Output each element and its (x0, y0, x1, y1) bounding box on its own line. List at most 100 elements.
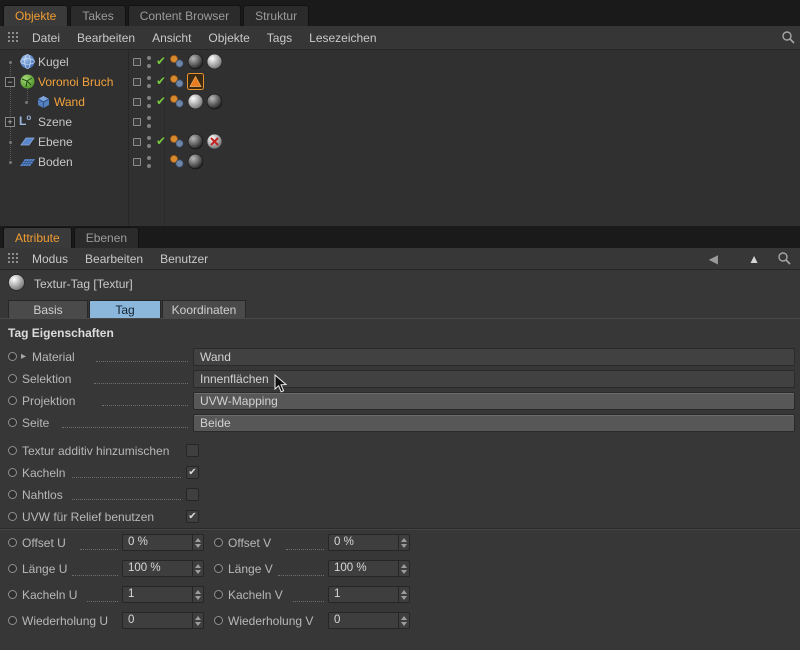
stepper-arrows[interactable] (398, 613, 409, 628)
stepper-arrows[interactable] (398, 561, 409, 576)
stepper-up-icon[interactable] (401, 616, 407, 620)
menu-item-datei[interactable]: Datei (32, 31, 60, 45)
triangle-selected-tag[interactable] (187, 73, 204, 90)
dots-tag[interactable] (168, 153, 185, 170)
number-input[interactable]: 100 % (328, 560, 410, 577)
menu-item-benutzer[interactable]: Benutzer (160, 252, 208, 266)
stepper-arrows[interactable] (192, 535, 203, 550)
menu-item-ansicht[interactable]: Ansicht (152, 31, 191, 45)
stepper-down-icon[interactable] (401, 570, 407, 574)
keyframe-bullet[interactable] (8, 490, 17, 499)
tab-struktur[interactable]: Struktur (243, 5, 309, 26)
texture-light-tag[interactable] (206, 53, 223, 70)
stepper-up-icon[interactable] (401, 590, 407, 594)
checkbox[interactable] (186, 488, 199, 501)
tree-row[interactable]: Kugel ✔ (0, 52, 800, 72)
menu-item-bearbeiten[interactable]: Bearbeiten (85, 252, 143, 266)
x-tag[interactable] (206, 133, 223, 150)
keyframe-bullet[interactable] (8, 468, 17, 477)
visibility-dots[interactable] (147, 76, 151, 88)
number-input[interactable]: 1 (328, 586, 410, 603)
tree-row[interactable]: Wand ✔ (0, 92, 800, 112)
menu-item-lesezeichen[interactable]: Lesezeichen (309, 31, 376, 45)
number-input[interactable]: 0 % (122, 534, 204, 551)
stepper-up-icon[interactable] (401, 538, 407, 542)
up-arrow-icon[interactable]: ▲ (748, 248, 760, 269)
tree-row[interactable]: Ebene ✔ (0, 132, 800, 152)
mode-tab-koordinaten[interactable]: Koordinaten (162, 300, 246, 318)
dots-tag[interactable] (168, 133, 185, 150)
number-input[interactable]: 0 % (328, 534, 410, 551)
tree-row[interactable]: Boden (0, 152, 800, 172)
stepper-up-icon[interactable] (401, 564, 407, 568)
dots-tag[interactable] (168, 93, 185, 110)
expand-icon[interactable]: + (5, 117, 15, 127)
enabled-check-icon[interactable]: ✔ (156, 134, 166, 148)
object-name[interactable]: Wand (54, 95, 85, 109)
enabled-check-icon[interactable]: ✔ (156, 54, 166, 68)
number-input[interactable]: 1 (122, 586, 204, 603)
dropdown-field[interactable]: UVW-Mapping (193, 392, 795, 410)
keyframe-bullet[interactable] (8, 512, 17, 521)
stepper-arrows[interactable] (192, 561, 203, 576)
keyframe-bullet[interactable] (214, 564, 223, 573)
stepper-arrows[interactable] (398, 535, 409, 550)
stepper-up-icon[interactable] (195, 564, 201, 568)
checkbox[interactable]: ✔ (186, 466, 199, 479)
stepper-down-icon[interactable] (401, 596, 407, 600)
visibility-dots[interactable] (147, 156, 151, 168)
disclosure-arrow-icon[interactable]: ▸ (21, 351, 26, 362)
layer-color-toggle[interactable] (133, 138, 141, 146)
stepper-up-icon[interactable] (195, 590, 201, 594)
stepper-arrows[interactable] (192, 613, 203, 628)
stepper-down-icon[interactable] (195, 570, 201, 574)
history-back-icon[interactable]: ◀ (709, 248, 718, 269)
visibility-dots[interactable] (147, 56, 151, 68)
tree-row[interactable]: −Voronoi Bruch✔ (0, 72, 800, 92)
layer-color-toggle[interactable] (133, 118, 141, 126)
keyframe-bullet[interactable] (8, 352, 17, 361)
object-name[interactable]: Ebene (38, 135, 73, 149)
tab-takes[interactable]: Takes (70, 5, 125, 26)
checkbox[interactable]: ✔ (186, 510, 199, 523)
layer-color-toggle[interactable] (133, 158, 141, 166)
menu-item-modus[interactable]: Modus (32, 252, 68, 266)
object-name[interactable]: Szene (38, 115, 72, 129)
panel-grip-icon[interactable] (8, 253, 20, 265)
enabled-check-icon[interactable]: ✔ (156, 74, 166, 88)
texture-dark-tag[interactable] (187, 153, 204, 170)
stepper-up-icon[interactable] (195, 616, 201, 620)
tab-attribute[interactable]: Attribute (3, 227, 72, 248)
enabled-check-icon[interactable]: ✔ (156, 94, 166, 108)
keyframe-bullet[interactable] (214, 538, 223, 547)
stepper-arrows[interactable] (192, 587, 203, 602)
object-name[interactable]: Kugel (38, 55, 69, 69)
dots-tag[interactable] (168, 53, 185, 70)
mode-tab-tag[interactable]: Tag (89, 300, 161, 318)
keyframe-bullet[interactable] (8, 446, 17, 455)
stepper-down-icon[interactable] (195, 544, 201, 548)
keyframe-bullet[interactable] (214, 616, 223, 625)
keyframe-bullet[interactable] (8, 418, 17, 427)
texture-light-tag[interactable] (187, 93, 204, 110)
stepper-down-icon[interactable] (195, 596, 201, 600)
stepper-down-icon[interactable] (401, 544, 407, 548)
visibility-dots[interactable] (147, 96, 151, 108)
search-icon[interactable] (781, 26, 796, 49)
number-input[interactable]: 0 (122, 612, 204, 629)
number-input[interactable]: 100 % (122, 560, 204, 577)
keyframe-bullet[interactable] (8, 564, 17, 573)
layer-color-toggle[interactable] (133, 58, 141, 66)
dots-tag[interactable] (168, 73, 185, 90)
tab-ebenen[interactable]: Ebenen (74, 227, 139, 248)
stepper-up-icon[interactable] (195, 538, 201, 542)
visibility-dots[interactable] (147, 136, 151, 148)
stepper-arrows[interactable] (398, 587, 409, 602)
object-name[interactable]: Boden (38, 155, 73, 169)
mode-tab-basis[interactable]: Basis (8, 300, 88, 318)
keyframe-bullet[interactable] (8, 590, 17, 599)
menu-item-objekte[interactable]: Objekte (208, 31, 249, 45)
keyframe-bullet[interactable] (8, 396, 17, 405)
stepper-down-icon[interactable] (195, 622, 201, 626)
keyframe-bullet[interactable] (8, 616, 17, 625)
